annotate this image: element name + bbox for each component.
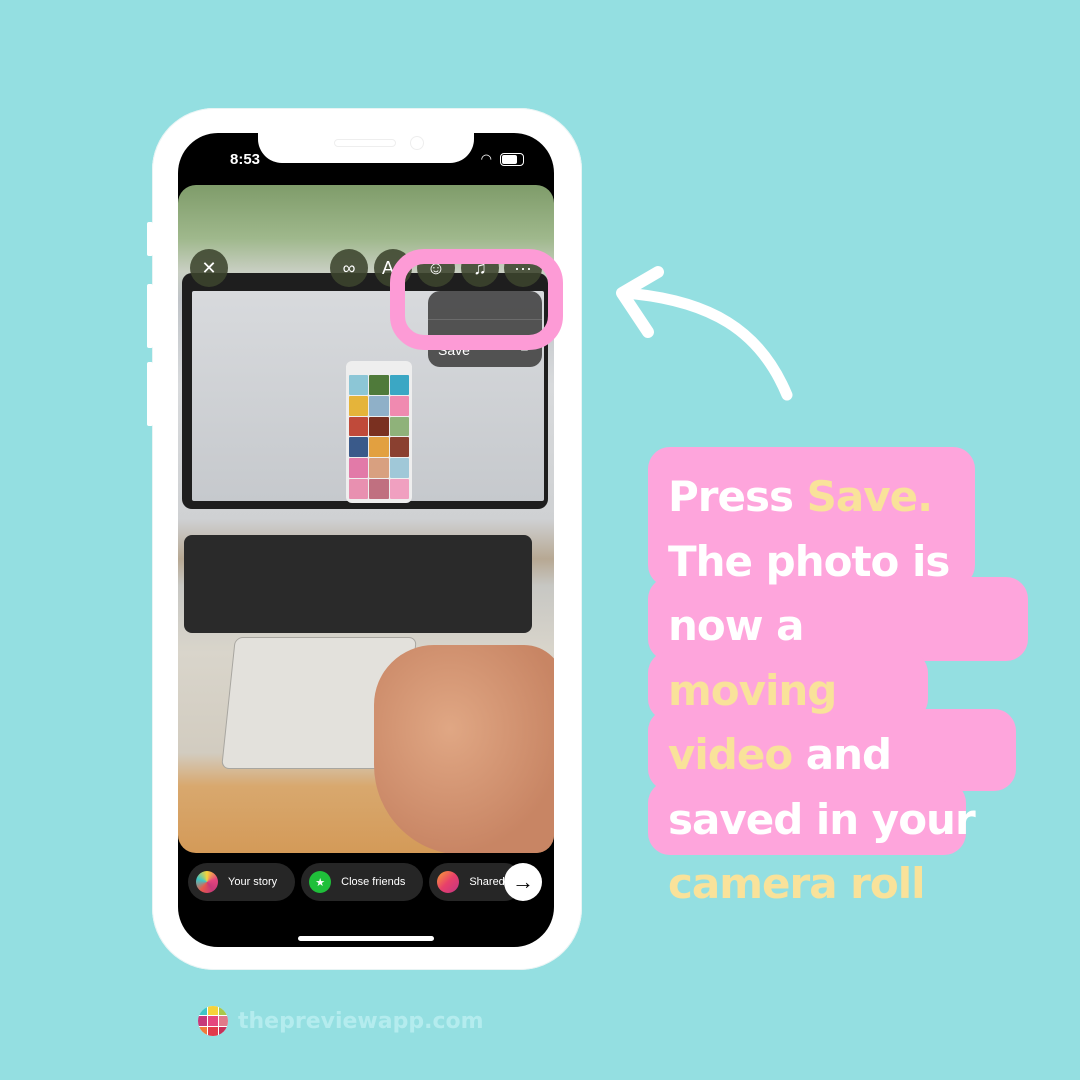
instruction-callout: Press Save. The photo is now a moving video… (648, 447, 1028, 908)
arrow-icon (616, 266, 793, 401)
preview-app-icon (196, 871, 218, 893)
hand (374, 645, 554, 853)
highlighted-text: Save. (806, 472, 933, 521)
close-friends-label: Close friends (341, 876, 406, 888)
boomerang-icon: ∞ (342, 257, 356, 278)
website-url: thepreviewapp.com (238, 1008, 484, 1034)
phone-side-button (147, 284, 153, 348)
callout-line: The photo is (668, 530, 978, 595)
your-story-button[interactable]: Your story (188, 863, 296, 901)
callout-line: saved in your (668, 788, 978, 853)
callout-text: Press Save. The photo is now a moving video… (668, 465, 978, 917)
callout-text-segment: The photo is (668, 536, 950, 586)
preview-grid (346, 361, 412, 503)
share-bar: Your story ★ Close friends Shared (188, 863, 523, 901)
close-button[interactable]: ✕ (190, 249, 228, 287)
callout-text-segment: saved in your (668, 794, 976, 844)
callout-line: camera roll (668, 852, 978, 917)
callout-line: now a moving (668, 594, 978, 723)
battery-icon (500, 152, 524, 166)
star-icon: ★ (309, 871, 332, 893)
callout-text-segment: and (792, 730, 892, 779)
your-story-label: Your story (228, 876, 278, 888)
preview-app-logo (198, 1006, 228, 1036)
callout-text-segment: now a (668, 601, 805, 650)
callout-line: Press Save. (668, 465, 978, 530)
phone-side-button (147, 222, 153, 256)
close-friends-button[interactable]: ★ Close friends (301, 863, 424, 901)
wifi-icon: ◠ (480, 151, 492, 166)
status-time: 8:53 (230, 151, 261, 168)
boomerang-button[interactable]: ∞ (330, 249, 368, 287)
group-icon (437, 871, 460, 893)
highlighted-text: moving (668, 665, 837, 715)
home-indicator (298, 936, 434, 941)
highlighted-text: camera roll (668, 859, 926, 908)
footer: thepreviewapp.com (198, 1006, 484, 1036)
shared-label: Shared (469, 876, 505, 888)
notch (258, 133, 474, 163)
save-highlight-outline (390, 249, 563, 350)
callout-text-segment: Press (668, 472, 807, 521)
close-icon: ✕ (201, 257, 217, 278)
callout-line: video and (668, 723, 978, 788)
phone-side-button (147, 362, 153, 426)
highlighted-text: video (668, 730, 793, 779)
laptop-keyboard (184, 535, 532, 633)
arrow-right-icon: → (512, 869, 534, 894)
next-button[interactable]: → (504, 863, 542, 901)
